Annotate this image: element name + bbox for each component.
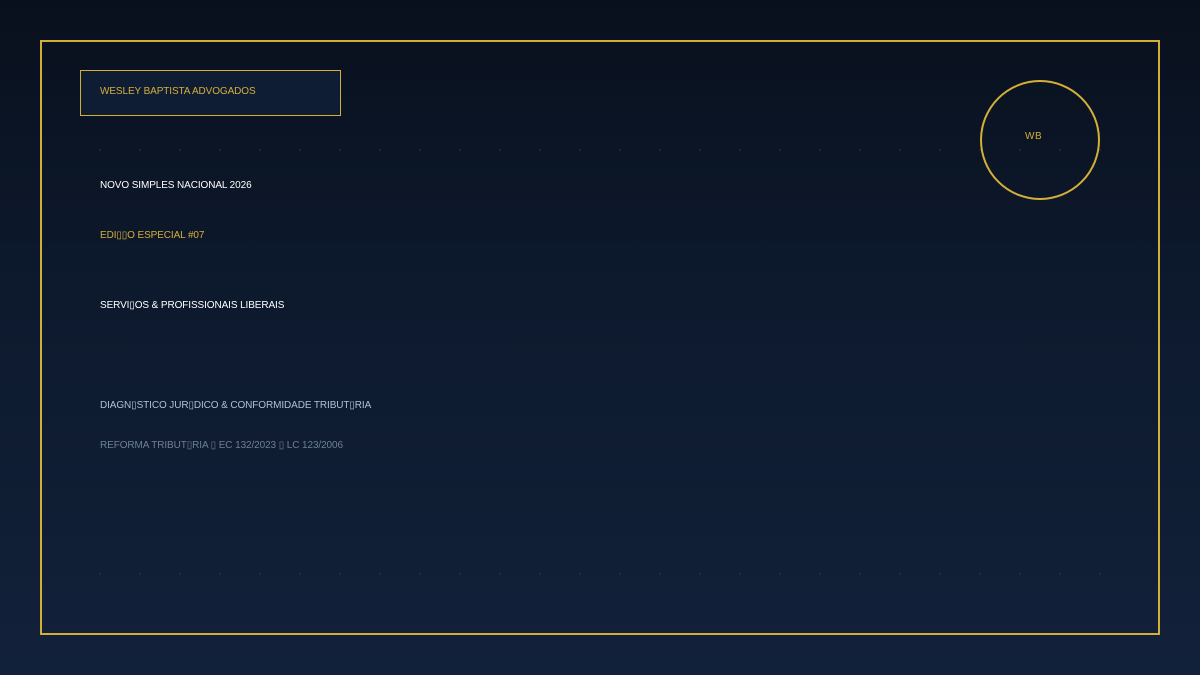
dotted-divider-top (80, 149, 1120, 151)
monogram-text: WB (1025, 131, 1043, 142)
diagnostic-tagline: DIAGN▯STICO JUR▯DICO & CONFORMIDADE TRIB… (100, 400, 372, 411)
dotted-divider-bottom (80, 573, 1120, 575)
edition-label: EDI▯▯O ESPECIAL #07 (100, 230, 205, 241)
brand-name: WESLEY BAPTISTA ADVOGADOS (100, 86, 256, 97)
headline-title: NOVO SIMPLES NACIONAL 2026 (100, 180, 252, 191)
segment-label: SERVI▯OS & PROFISSIONAIS LIBERAIS (100, 300, 285, 311)
brand-label-box: WESLEY BAPTISTA ADVOGADOS (80, 70, 341, 116)
monogram-logo-circle: WB (980, 80, 1100, 200)
reform-reference: REFORMA TRIBUT▯RIA ▯ EC 132/2023 ▯ LC 12… (100, 440, 343, 451)
